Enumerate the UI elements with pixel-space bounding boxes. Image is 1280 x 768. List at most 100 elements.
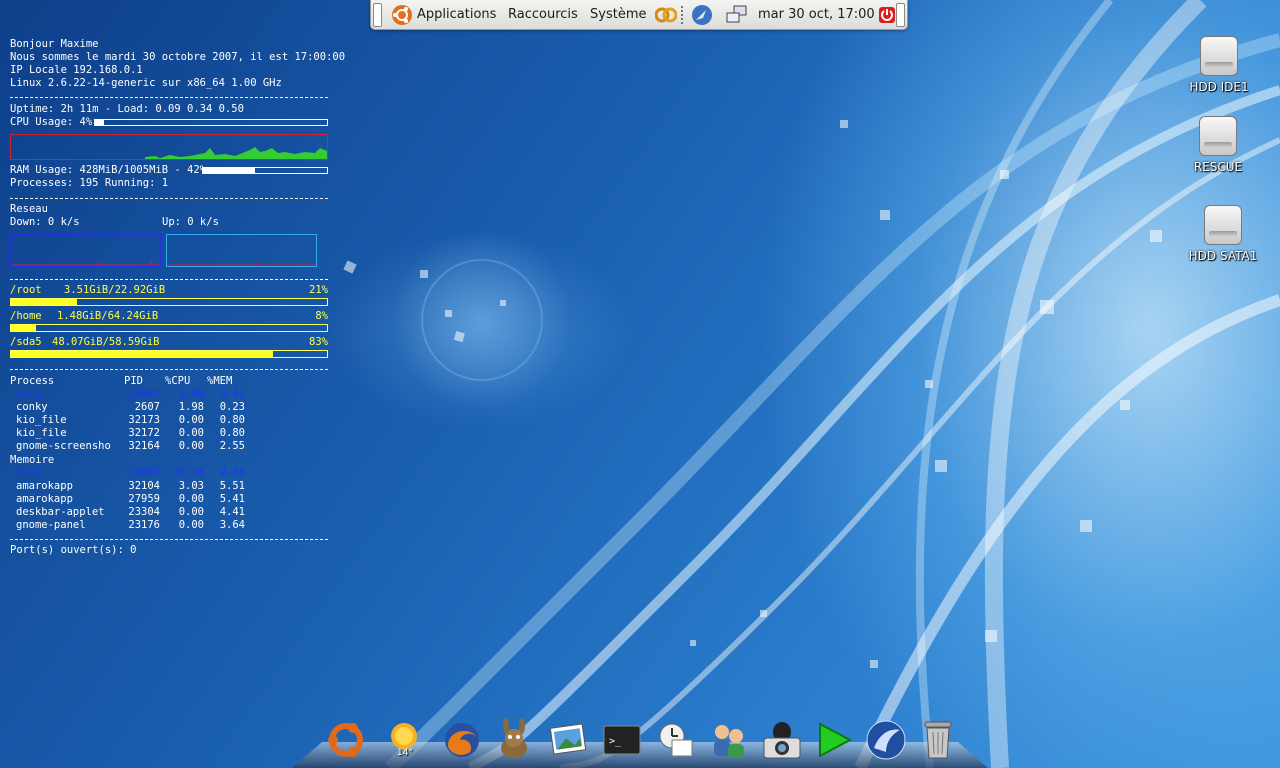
- desktop-icon-label: HDD IDE1: [1189, 80, 1249, 94]
- menu-shortcuts[interactable]: Raccourcis: [508, 7, 578, 22]
- network-title: Reseau: [10, 203, 48, 215]
- network-icon[interactable]: [725, 5, 749, 25]
- process-name: kio_file: [16, 414, 67, 426]
- power-icon[interactable]: [878, 6, 896, 24]
- process-cpu: 0.00: [178, 519, 204, 531]
- ram-line: RAM Usage: 428MiB/1005MiB - 42%: [10, 164, 206, 176]
- table-row: deskbar-applet 23304 0.00 4.41: [10, 506, 330, 519]
- process-name: deskbar-applet: [16, 506, 105, 518]
- process-col-pid: PID: [124, 375, 143, 387]
- process-mem: 5.41: [219, 493, 245, 505]
- process-pid: 32104: [128, 480, 160, 492]
- process-name: amarokapp: [16, 493, 73, 505]
- browser-icon[interactable]: [864, 718, 908, 762]
- table-row: conky 2607 1.98 0.23: [10, 401, 330, 414]
- panel-right-handle[interactable]: [896, 3, 905, 27]
- cpu-bar-fill: [95, 120, 105, 125]
- fs-sda5-bar-fill: [11, 351, 274, 357]
- process-cpu: 1.98: [178, 401, 204, 413]
- date-line: Nous sommes le mardi 30 octobre 2007, il…: [10, 51, 346, 63]
- process-cpu: 1.98: [178, 388, 204, 400]
- fs-sda5-usage: 48.07GiB/58.59GiB: [52, 336, 160, 348]
- process-mem: 0.23: [219, 401, 245, 413]
- table-row: gnome-screensho 32164 0.00 2.55: [10, 440, 330, 453]
- browser-icon[interactable]: [691, 4, 713, 26]
- process-name: gnome-panel: [16, 519, 86, 531]
- fs-sda5-name: /sda5: [10, 336, 42, 348]
- process-pid: 27959: [128, 493, 160, 505]
- fs-root-percent: 21%: [309, 284, 328, 296]
- fs-sda5-bar: [10, 350, 328, 358]
- ram-bar: [202, 167, 328, 174]
- process-mem: 5.51: [219, 480, 245, 492]
- download-graph: [10, 234, 161, 267]
- firefox-icon[interactable]: [440, 718, 484, 762]
- process-cpu: 0.00: [178, 414, 204, 426]
- desktop-icon-hdd-ide1[interactable]: HDD IDE1: [1174, 36, 1264, 94]
- desktop[interactable]: Applications Raccourcis Système mar 30 o…: [0, 0, 1280, 768]
- process-pid: 23304: [128, 506, 160, 518]
- table-row: amarokapp 27959 0.00 5.41: [10, 493, 330, 506]
- process-name: amarokapp: [16, 480, 73, 492]
- ip-line: IP Locale 192.168.0.1: [10, 64, 143, 76]
- process-mem: 9.42: [219, 388, 245, 400]
- gimp-icon[interactable]: [492, 718, 536, 762]
- process-cpu: 0.00: [178, 427, 204, 439]
- process-pid: 23097: [128, 388, 160, 400]
- fs-root-bar-fill: [11, 299, 78, 305]
- process-col-name: Process: [10, 375, 55, 387]
- process-mem: 2.55: [219, 440, 245, 452]
- compiz-icon[interactable]: [655, 7, 677, 23]
- panel-left-handle[interactable]: [373, 3, 382, 27]
- fs-sda5-percent: 83%: [309, 336, 328, 348]
- image-viewer-icon[interactable]: [546, 718, 590, 762]
- svg-text:>_: >_: [609, 736, 622, 747]
- process-pid: 32172: [128, 427, 160, 439]
- fs-home-name: /home: [10, 310, 42, 322]
- dock: 14° >_: [292, 718, 988, 768]
- table-row: amarokapp 32104 3.03 5.51: [10, 480, 330, 493]
- process-name: Xorg: [16, 467, 42, 479]
- desktop-icon-hdd-sata1[interactable]: HDD SATA1: [1178, 205, 1268, 263]
- ram-bar-fill: [203, 168, 256, 173]
- table-row: gnome-panel 23176 0.00 3.64: [10, 519, 330, 532]
- process-mem: 4.41: [219, 506, 245, 518]
- ubuntu-icon[interactable]: [324, 718, 368, 762]
- greeting: Bonjour Maxime: [10, 38, 99, 50]
- cpu-bar: [94, 119, 328, 126]
- process-name: conky: [16, 401, 48, 413]
- cpu-line: CPU Usage: 4%: [10, 116, 93, 128]
- process-name: kio_file: [16, 427, 67, 439]
- media-play-icon[interactable]: [812, 718, 856, 762]
- memory-title: Memoire: [10, 454, 55, 466]
- kernel-line: Linux 2.6.22-14-generic sur x86_64 1.00 …: [10, 77, 282, 89]
- ubuntu-logo-icon[interactable]: [391, 4, 413, 26]
- separator: [10, 198, 328, 200]
- desktop-icon-label: RESCUE: [1193, 160, 1243, 174]
- screenshot-icon[interactable]: [760, 718, 804, 762]
- process-mem: 0.80: [219, 414, 245, 426]
- table-row: kio_file 32173 0.00 0.80: [10, 414, 330, 427]
- menu-applications[interactable]: Applications: [417, 7, 496, 22]
- cpu-graph: [10, 134, 328, 160]
- desktop-icon-rescue[interactable]: RESCUE: [1173, 116, 1263, 174]
- hard-drive-icon: [1204, 205, 1242, 245]
- process-cpu: 0.00: [178, 506, 204, 518]
- trash-icon[interactable]: [916, 718, 960, 762]
- hard-drive-icon: [1199, 116, 1237, 156]
- ports-line: Port(s) ouvert(s): 0: [10, 544, 137, 556]
- process-mem: 3.64: [219, 519, 245, 531]
- mail-icon[interactable]: [654, 718, 698, 762]
- down-speed: Down: 0 k/s: [10, 216, 80, 228]
- uptime-line: Uptime: 2h 11m - Load: 0.09 0.34 0.50: [10, 103, 244, 115]
- users-icon[interactable]: [706, 718, 750, 762]
- process-mem: 9.46: [219, 467, 245, 479]
- terminal-icon[interactable]: >_: [600, 718, 644, 762]
- fs-home-percent: 8%: [315, 310, 328, 322]
- process-cpu: 0.00: [178, 493, 204, 505]
- processes-line: Processes: 195 Running: 1: [10, 177, 169, 189]
- fs-home-bar: [10, 324, 328, 332]
- separator: [10, 539, 328, 541]
- clock[interactable]: mar 30 oct, 17:00: [758, 7, 875, 22]
- menu-system[interactable]: Système: [590, 7, 646, 22]
